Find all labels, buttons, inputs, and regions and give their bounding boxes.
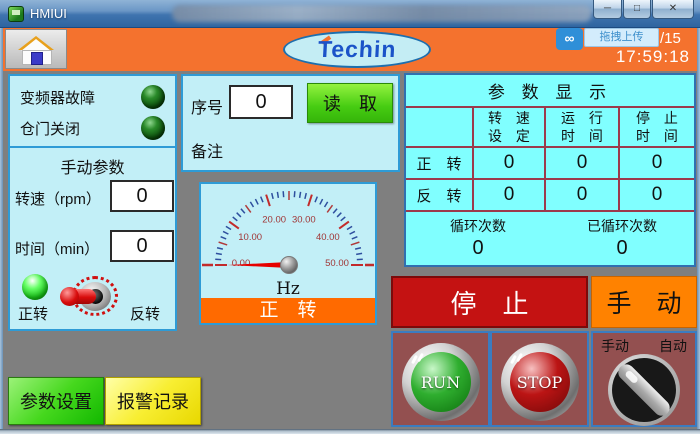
- param-col-runtime: 运 行 时 间: [546, 108, 620, 148]
- inverter-fault-label: 变频器故障: [20, 87, 95, 108]
- left-panel: 变频器故障 仓门关闭 手动参数 转速（rpm） 0 时间（min） 0 正转: [8, 74, 177, 331]
- minimize-button[interactable]: ─: [593, 0, 622, 19]
- param-col-speed: 转 速 设 定: [474, 108, 546, 148]
- param-col-corner: [406, 108, 474, 148]
- toggle-handle-ball: [60, 287, 79, 306]
- selector-auto-label: 自动: [659, 336, 687, 356]
- col-stoptime-line1: 停 止: [631, 109, 683, 127]
- cycle-count-block: 循环次数 0: [406, 212, 550, 263]
- header-bar: Techin ∞ 拖拽上传 /15 17:59:18: [3, 28, 697, 71]
- svg-text:20.00: 20.00: [262, 214, 286, 225]
- home-icon: [18, 36, 54, 64]
- svg-text:40.00: 40.00: [316, 232, 340, 243]
- svg-text:10.00: 10.00: [238, 232, 262, 243]
- cycle-done-value: 0: [616, 237, 627, 260]
- door-closed-label: 仓门关闭: [20, 118, 80, 139]
- reverse-runtime-value: 0: [546, 180, 620, 212]
- drag-upload-button[interactable]: 拖拽上传: [584, 28, 659, 47]
- col-stoptime-line2: 时 间: [631, 127, 683, 145]
- record-panel: 序号 0 读 取 备注: [181, 74, 400, 172]
- time-label: 时间（min）: [15, 238, 99, 259]
- brand-logo: Techin: [283, 31, 431, 68]
- window-border-bottom: [0, 429, 700, 434]
- forward-runtime-value: 0: [546, 148, 620, 180]
- door-closed-led-icon: [141, 116, 165, 140]
- param-col-stoptime: 停 止 时 间: [620, 108, 694, 148]
- window-controls: ─ □ ✕: [592, 0, 694, 19]
- speed-input[interactable]: 0: [110, 180, 174, 212]
- maximize-button[interactable]: □: [623, 0, 651, 19]
- selector-handle-highlight: [624, 369, 639, 384]
- svg-text:30.00: 30.00: [292, 214, 316, 225]
- time-input[interactable]: 0: [110, 230, 174, 262]
- forward-label: 正转: [18, 303, 48, 324]
- hmi-screen: Techin ∞ 拖拽上传 /15 17:59:18 变频器故障 仓门关闭 手动…: [3, 28, 697, 429]
- gauge-panel: 0.00 10.0020.00 30.0040.00 50.00 Hz 正 转: [199, 182, 377, 325]
- blurred-title-text: [172, 5, 592, 22]
- clock-display: 17:59:18: [578, 47, 690, 67]
- frequency-gauge: 0.00 10.0020.00 30.0040.00 50.00: [201, 185, 375, 281]
- cycle-count-value: 0: [472, 237, 483, 260]
- row-reverse-label: 反 转: [406, 180, 474, 212]
- window-title: HMIUI: [30, 6, 67, 21]
- params-settings-button[interactable]: 参数设置: [8, 377, 104, 425]
- speed-label: 转速（rpm）: [15, 188, 101, 209]
- manual-params-title: 手动参数: [10, 154, 175, 178]
- rotation-status-bar: 正 转: [201, 298, 375, 323]
- forward-led-icon: [22, 274, 48, 300]
- svg-text:50.00: 50.00: [325, 258, 349, 269]
- param-table-title: 参 数 显 示: [406, 75, 694, 108]
- reverse-label: 反转: [130, 303, 160, 324]
- status-row-door: 仓门关闭: [20, 115, 165, 141]
- titlebar[interactable]: HMIUI ─ □ ✕: [0, 0, 700, 28]
- home-button[interactable]: [5, 29, 67, 69]
- alarm-record-button[interactable]: 报警记录: [105, 377, 201, 425]
- app-icon: [8, 6, 24, 22]
- cycle-section: 循环次数 0 已循环次数 0: [406, 212, 694, 263]
- col-runtime-line1: 运 行: [556, 109, 608, 127]
- serial-input[interactable]: 0: [229, 85, 293, 119]
- manual-mode-button[interactable]: 手 动: [591, 276, 697, 328]
- svg-text:0.00: 0.00: [232, 258, 251, 269]
- remark-label: 备注: [191, 138, 223, 162]
- read-button[interactable]: 读 取: [307, 83, 393, 123]
- gauge-unit-label: Hz: [201, 279, 375, 299]
- hmi-window: HMIUI ─ □ ✕ Techin ∞: [0, 0, 700, 434]
- page-indicator: /15: [660, 30, 681, 47]
- reverse-stoptime-value: 0: [620, 180, 694, 212]
- mode-selector-panel: 手动 自动: [591, 331, 697, 427]
- serial-label: 序号: [191, 94, 223, 118]
- direction-toggle-switch[interactable]: [62, 275, 122, 319]
- stop-big-button[interactable]: 停 止: [391, 276, 588, 328]
- cycle-done-block: 已循环次数 0: [550, 212, 694, 263]
- col-speed-line1: 转 速: [483, 109, 535, 127]
- selector-labels: 手动 自动: [593, 336, 695, 356]
- cycle-count-label: 循环次数: [450, 216, 506, 236]
- cycle-done-label: 已循环次数: [587, 216, 657, 236]
- mode-selector-switch[interactable]: [608, 354, 680, 426]
- row-forward-label: 正 转: [406, 148, 474, 180]
- close-button[interactable]: ✕: [652, 0, 694, 19]
- logo-text: Techin: [317, 36, 397, 63]
- run-button-panel: RUN: [391, 331, 490, 427]
- param-table-panel: 参 数 显 示 转 速 设 定 运 行 时 间 停 止 时 间 正 转 0 0 …: [404, 73, 696, 267]
- status-row-inverter: 变频器故障: [20, 84, 165, 110]
- forward-stoptime-value: 0: [620, 148, 694, 180]
- col-runtime-line2: 时 间: [556, 127, 608, 145]
- selector-manual-label: 手动: [601, 336, 629, 356]
- panel-divider: [10, 146, 175, 148]
- stop-button-panel: STOP: [490, 331, 589, 427]
- stop-round-button[interactable]: STOP: [501, 343, 579, 421]
- reverse-speed-value: 0: [474, 180, 546, 212]
- inverter-fault-led-icon: [141, 85, 165, 109]
- home-icon-door: [31, 52, 43, 65]
- col-speed-line2: 设 定: [483, 127, 535, 145]
- forward-speed-value: 0: [474, 148, 546, 180]
- run-button[interactable]: RUN: [402, 343, 480, 421]
